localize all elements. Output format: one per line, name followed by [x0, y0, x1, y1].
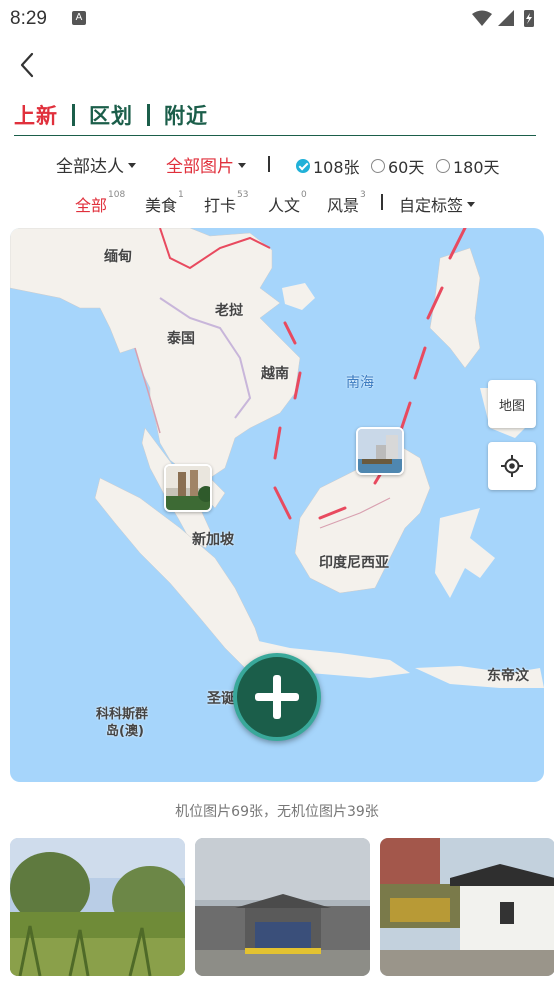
photo-marker-borneo[interactable]	[356, 427, 404, 475]
land-hainan	[282, 283, 315, 310]
range-radio-60days[interactable]: 60天	[371, 154, 424, 178]
map-label-laos: 老挝	[215, 303, 243, 319]
range-radio-180days[interactable]: 180天	[436, 154, 500, 178]
expert-dropdown[interactable]: 全部达人	[56, 152, 136, 177]
back-button[interactable]	[14, 50, 44, 80]
range-label: 180天	[453, 158, 500, 177]
tag-count: 3	[360, 190, 366, 200]
image-type-dropdown[interactable]: 全部图片	[166, 152, 246, 177]
locate-button[interactable]	[488, 442, 536, 490]
custom-tag-dropdown[interactable]: 自定标签	[399, 192, 476, 216]
caret-down-icon	[238, 162, 246, 168]
map-label-thailand: 泰国	[167, 331, 195, 347]
photo-thumbnail[interactable]	[10, 838, 185, 976]
photo-marker-image	[358, 429, 402, 473]
range-radio-108[interactable]: 108张	[296, 154, 360, 178]
map-label-cocos-islands-2: 岛(澳)	[106, 724, 144, 739]
tag-scenery[interactable]: 风景3	[327, 190, 366, 216]
notification-icon: A	[72, 11, 86, 25]
custom-tag-label: 自定标签	[399, 196, 464, 215]
tag-all[interactable]: 全部108	[75, 190, 126, 216]
tag-count: 53	[237, 190, 249, 200]
photo-marker-image	[166, 466, 210, 510]
caret-down-icon	[128, 162, 136, 168]
land-sulawesi	[435, 508, 495, 598]
wifi-icon	[472, 10, 492, 26]
photo-white-wall-building	[380, 838, 554, 976]
tag-label: 人文	[268, 196, 301, 215]
photo-marker-singapore[interactable]	[164, 464, 212, 512]
map-label-singapore: 新加坡	[192, 532, 234, 548]
photo-gate-building	[195, 838, 370, 976]
status-icons	[472, 10, 534, 27]
filter-row-tags: 全部108 美食1 打卡53 人文0 风景3 自定标签	[0, 190, 554, 216]
radio-unchecked-icon	[371, 159, 385, 173]
caret-down-icon	[467, 202, 476, 207]
map-label-myanmar: 缅甸	[104, 249, 132, 265]
radio-unchecked-icon	[436, 159, 450, 173]
filter-row-primary: 全部达人 全部图片 108张 60天 180天	[0, 150, 554, 178]
photo-thumbnail[interactable]	[195, 838, 370, 976]
header-divider	[14, 135, 536, 136]
tag-culture[interactable]: 人文0	[268, 190, 307, 216]
map-layer-label: 地图	[498, 398, 525, 414]
range-label: 60天	[388, 158, 425, 177]
chevron-left-icon	[20, 52, 34, 78]
map-label-south-china-sea: 南海	[346, 375, 374, 391]
tab-new[interactable]: 上新	[14, 100, 58, 130]
map-label-christmas-island: 圣诞	[207, 691, 235, 707]
image-type-dropdown-label: 全部图片	[166, 157, 234, 177]
tag-count: 1	[178, 190, 184, 200]
status-time: 8:29	[10, 8, 47, 29]
tag-label: 打卡	[204, 196, 237, 215]
status-bar: 8:29 A	[0, 0, 554, 36]
tab-nearby[interactable]: 附近	[164, 100, 208, 130]
filter-divider	[268, 156, 270, 172]
add-photo-button[interactable]	[233, 653, 321, 741]
tag-count: 108	[108, 190, 126, 200]
tag-count: 0	[301, 190, 307, 200]
tag-label: 美食	[145, 196, 178, 215]
tab-region[interactable]: 区划	[89, 100, 133, 130]
map-label-east-timor: 东帝汶	[487, 668, 529, 684]
filter-divider	[381, 194, 383, 210]
tab-divider	[147, 104, 150, 126]
expert-dropdown-label: 全部达人	[56, 157, 124, 177]
tag-label: 全部	[75, 196, 108, 215]
signal-icon	[498, 10, 514, 26]
map-label-vietnam: 越南	[261, 366, 289, 382]
range-label: 108张	[313, 158, 360, 177]
photo-summary: 机位图片69张，无机位图片39张	[175, 804, 379, 820]
map-layer-button[interactable]: 地图	[488, 380, 536, 428]
tag-checkin[interactable]: 打卡53	[204, 190, 249, 216]
radio-checked-icon	[296, 159, 310, 173]
photo-grass-trees	[10, 838, 185, 976]
top-tabs: 上新 区划 附近	[14, 100, 208, 130]
tag-food[interactable]: 美食1	[145, 190, 184, 216]
land-philippines	[429, 247, 481, 369]
photo-thumbnail[interactable]	[380, 838, 554, 976]
crosshair-icon	[501, 455, 523, 477]
map-label-indonesia: 印度尼西亚	[319, 555, 389, 571]
tab-divider	[72, 104, 75, 126]
tag-label: 风景	[327, 196, 360, 215]
